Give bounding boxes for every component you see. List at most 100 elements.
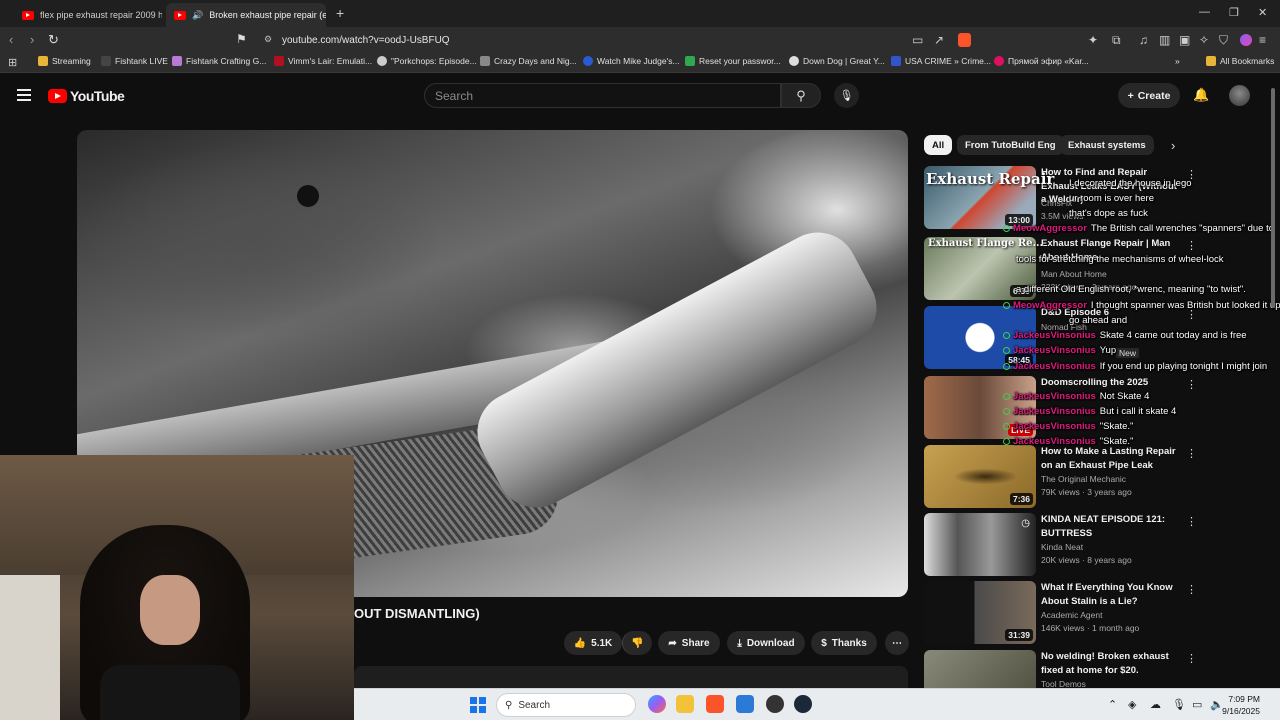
rec-channel[interactable]: The Original Mechanic [1041,474,1126,484]
notepad-icon[interactable] [736,695,754,713]
bookmark-item[interactable]: Watch Mike Judge's... [583,56,680,66]
recommendation-item[interactable]: ◷ KINDA NEAT EPISODE 121: BUTTRESS Kinda… [924,513,1264,577]
new-tab-button[interactable]: + [336,5,344,21]
rec-title[interactable]: KINDA NEAT EPISODE 121: BUTTRESS [1041,513,1181,540]
sidebar-icon[interactable]: ▥ [1159,33,1170,47]
recommendation-item[interactable]: No welding! Broken exhaust fixed at home… [924,650,1264,688]
rec-channel[interactable]: Man About Home [1041,269,1107,279]
bookmark-item[interactable]: Fishtank LIVE [101,56,168,66]
cast-icon[interactable]: ▭ [912,33,923,47]
bookmark-item[interactable]: Crazy Days and Nig... [480,56,577,66]
brave-browser-icon[interactable] [706,695,724,713]
chat-text: "Skate." [1099,436,1134,447]
rec-channel[interactable]: ChrisFix [1041,198,1072,208]
rec-title[interactable]: Doomscrolling the 2025 [1041,376,1181,390]
vpn-icon[interactable]: ⛉ [1219,33,1228,48]
chip-all[interactable]: All [924,135,953,155]
taskbar-search[interactable]: ⚲ Search [496,693,636,717]
back-icon[interactable]: ‹ [9,32,13,47]
browser-tab-active[interactable]: 🔊 Broken exhaust pipe repair (e... ✕ [166,3,326,27]
rec-title[interactable]: No welding! Broken exhaust fixed at home… [1041,650,1181,677]
more-vertical-icon[interactable]: ⋮ [1186,583,1197,596]
recommendation-item[interactable]: 31:39 What If Everything You Know About … [924,581,1264,645]
wallet2-icon[interactable]: ▣ [1179,33,1190,47]
tray-app-icon[interactable]: ◈ [1128,698,1136,711]
more-vertical-icon[interactable]: ⋮ [1186,378,1197,391]
file-explorer-icon[interactable] [676,695,694,713]
rec-title[interactable]: How to Make a Lasting Repair on an Exhau… [1041,445,1181,472]
tray-chevron-icon[interactable]: ⌃ [1108,698,1117,711]
site-info-icon[interactable]: ⚙ [264,34,272,45]
chips-next-chevron-icon[interactable]: › [1171,138,1175,153]
menu-icon[interactable]: ≡ [1259,33,1266,47]
video-thumbnail[interactable]: 7:36 [924,445,1036,508]
microphone-tray-icon[interactable]: 🎙 [1172,698,1186,711]
brave-shield-icon[interactable] [958,33,971,47]
create-button[interactable]: + Create [1118,83,1180,108]
minimize-icon[interactable]: — [1199,6,1210,18]
bookmark-item[interactable]: Прямой эфир «Kar... [994,56,1089,66]
wallet-icon[interactable]: ⧉ [1112,33,1121,48]
steam-icon[interactable] [794,695,812,713]
profile-icon[interactable] [1240,34,1252,46]
scrollbar-thumb[interactable] [1271,88,1275,308]
browser-tab[interactable]: flex pipe exhaust repair 2009 honda [14,3,162,27]
more-vertical-icon[interactable]: ⋮ [1186,447,1197,460]
search-input[interactable]: Search [424,83,781,108]
more-vertical-icon[interactable]: ⋮ [1186,239,1197,252]
onedrive-icon[interactable]: ☁ [1150,698,1161,711]
taskbar-clock[interactable]: 7:09 PM 9/16/2025 [1222,693,1260,717]
rec-channel[interactable]: Academic Agent [1041,610,1102,620]
more-actions-button[interactable]: ⋯ [885,631,909,655]
youtube-logo[interactable]: YouTube [48,88,125,104]
video-thumbnail[interactable]: ◷ [924,513,1036,576]
more-vertical-icon[interactable]: ⋮ [1186,652,1197,665]
thanks-button[interactable]: $ Thanks [811,631,877,655]
more-vertical-icon[interactable]: ⋮ [1186,515,1197,528]
reload-icon[interactable]: ↻ [48,32,59,48]
dislike-button[interactable]: 👎 [622,631,652,655]
notifications-bell-icon[interactable]: 🔔 [1193,87,1209,103]
video-thumbnail[interactable] [924,650,1036,688]
tab-title: flex pipe exhaust repair 2009 honda [40,10,162,20]
leo-icon[interactable]: ✧ [1199,33,1209,47]
recommendation-item[interactable]: 7:36 How to Make a Lasting Repair on an … [924,445,1264,509]
display-icon[interactable]: ▭ [1192,698,1202,711]
bookmark-item[interactable]: Down Dog | Great Y... [789,56,885,66]
share-button[interactable]: ➦ Share [658,631,720,655]
bookmark-item[interactable]: Streaming [38,56,91,66]
search-button[interactable]: ⚲ [781,83,821,108]
close-window-icon[interactable]: ✕ [1258,6,1267,19]
avatar[interactable] [1229,85,1250,106]
voice-search-button[interactable]: 🎙 [834,83,859,108]
rec-channel[interactable]: Kinda Neat [1041,542,1083,552]
copilot-icon[interactable] [648,695,666,713]
bookmark-item[interactable]: USA CRIME » Crime... [891,56,991,66]
maximize-icon[interactable]: ❐ [1229,6,1239,19]
bookmark-item[interactable]: Vimm's Lair: Emulati... [274,56,372,66]
chip-exhaust-systems[interactable]: Exhaust systems [1060,135,1154,155]
apps-icon[interactable]: ⊞ [8,56,17,69]
address-bar[interactable]: ⚙ youtube.com/watch?v=oodJ-UsBFUQ [256,30,976,50]
forward-icon[interactable]: › [30,32,34,47]
overflow-chevron-icon[interactable]: » [1175,56,1180,66]
rec-title[interactable]: What If Everything You Know About Stalin… [1041,581,1181,608]
hamburger-menu-icon[interactable] [17,89,31,104]
extensions-icon[interactable]: ✦ [1088,33,1098,47]
all-bookmarks[interactable]: All Bookmarks [1206,56,1274,66]
bookmark-icon[interactable]: ⚑ [236,32,247,46]
share-icon[interactable]: ↗ [934,33,944,47]
bookmark-item[interactable]: "Porkchops: Episode... [377,56,477,66]
watch-later-icon[interactable]: ◷ [1021,518,1030,529]
media-icon[interactable]: ♫ [1139,33,1148,47]
video-thumbnail[interactable]: 31:39 [924,581,1036,644]
bookmark-item[interactable]: Reset your passwor... [685,56,781,66]
like-button[interactable]: 👍 5.1K [564,631,622,655]
obs-icon[interactable] [766,695,784,713]
bookmark-item[interactable]: Fishtank Crafting G... [172,56,266,66]
download-button[interactable]: ⤓ Download [727,631,805,655]
chip-from-channel[interactable]: From TutoBuild Eng [957,135,1064,155]
description-box[interactable] [354,666,908,690]
rec-channel[interactable]: Tool Demos [1041,679,1086,688]
windows-start-icon[interactable] [470,697,486,713]
